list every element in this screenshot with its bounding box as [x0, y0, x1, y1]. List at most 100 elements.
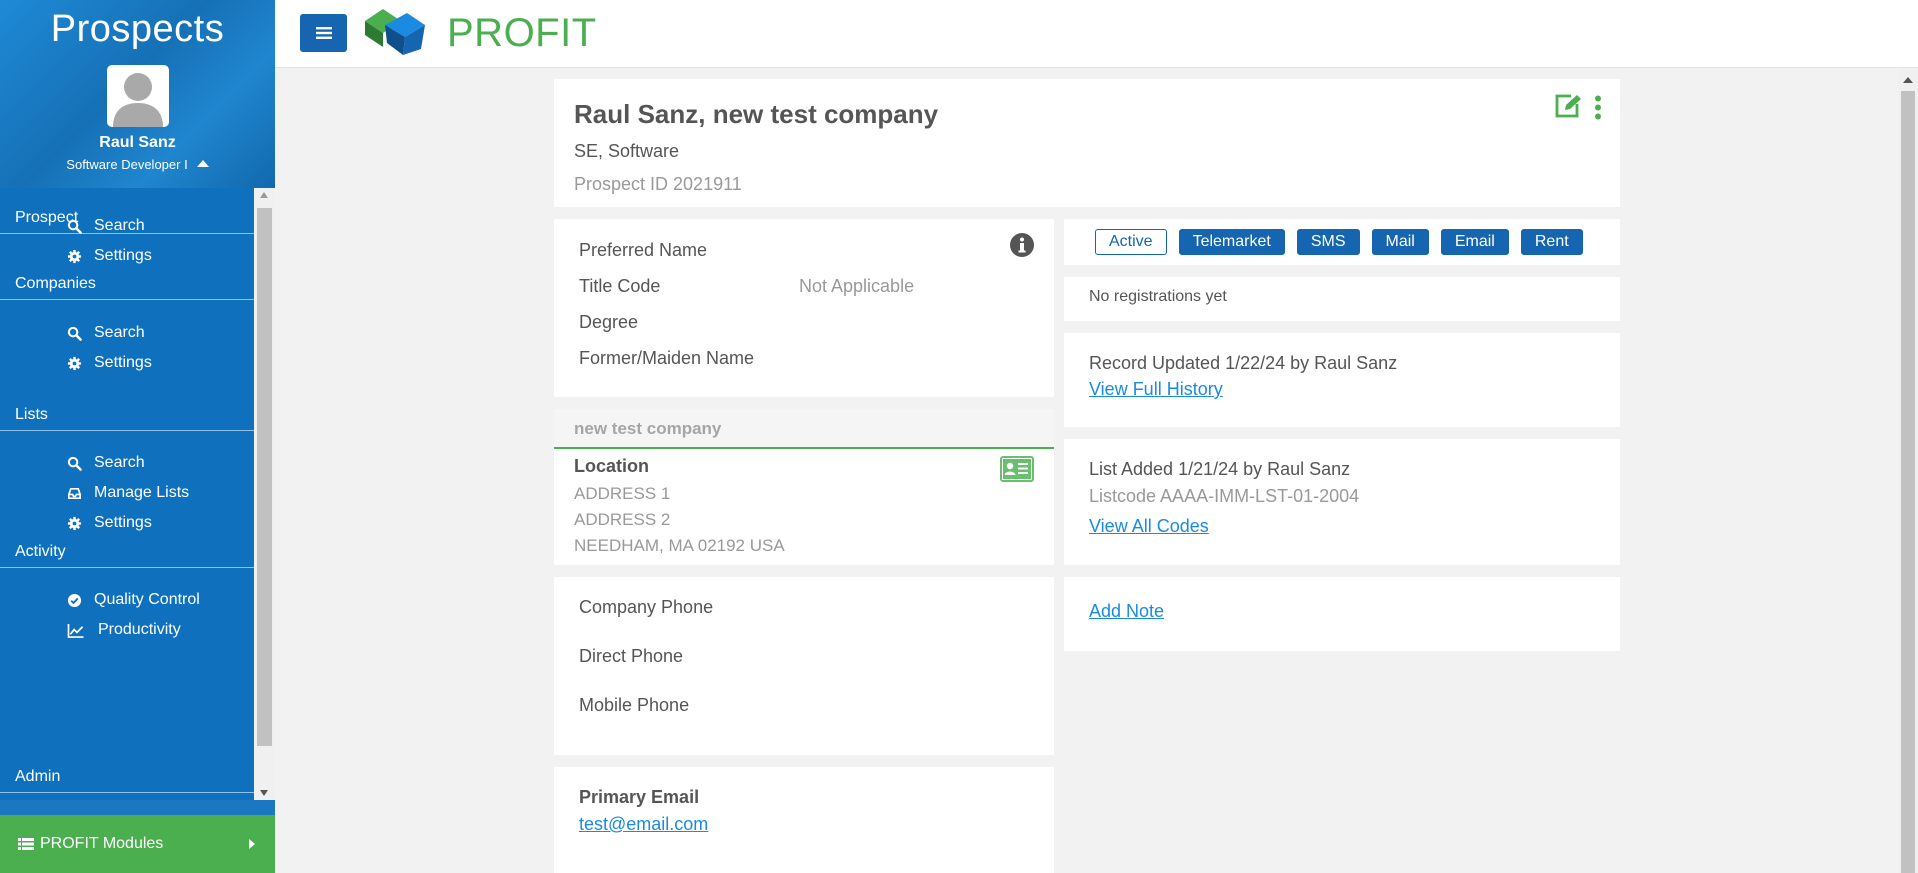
section-companies: Companies	[0, 270, 254, 300]
section-admin: Admin	[0, 763, 254, 793]
note-card: Add Note	[1064, 577, 1620, 651]
sidebar-item-prospect-settings[interactable]: Settings	[66, 241, 152, 271]
list-added-text: List Added 1/21/24 by Raul Sanz	[1089, 459, 1351, 479]
edit-icon[interactable]	[1553, 93, 1583, 124]
company-header: new test company	[554, 409, 1054, 449]
add-note-link[interactable]: Add Note	[1089, 601, 1164, 622]
view-full-history-link[interactable]: View Full History	[1089, 379, 1223, 400]
scroll-up-arrow-icon[interactable]	[1903, 77, 1913, 83]
sidebar: Prospects Raul Sanz Software Developer I…	[0, 0, 275, 873]
primary-email-label: Primary Email	[579, 787, 700, 807]
list-icon	[18, 837, 34, 851]
gear-icon	[66, 515, 82, 531]
prospect-name: Raul Sanz, new test company	[574, 99, 939, 129]
preferred-name-label: Preferred Name	[579, 240, 708, 260]
primary-email-link[interactable]: test@email.com	[579, 814, 708, 835]
hamburger-icon	[315, 27, 332, 39]
sidebar-item-productivity[interactable]: Productivity	[66, 615, 181, 645]
badge-rent[interactable]: Rent	[1520, 229, 1583, 255]
top-bar: PROFIT	[275, 0, 1918, 68]
scroll-up-arrow-icon[interactable]	[260, 192, 268, 198]
title-code-value: Not Applicable	[799, 276, 915, 296]
app-title: Prospects	[50, 8, 225, 50]
contact-card-icon[interactable]	[1000, 456, 1034, 487]
logo-text: PROFIT	[447, 10, 597, 55]
menu-toggle-button[interactable]	[300, 14, 347, 52]
degree-label: Degree	[579, 312, 639, 332]
view-all-codes-link[interactable]: View All Codes	[1089, 516, 1209, 537]
search-icon	[66, 218, 82, 234]
scrollbar-thumb[interactable]	[1901, 91, 1915, 873]
record-updated-text: Record Updated 1/22/24 by Raul Sanz	[1089, 353, 1398, 373]
location-label: Location	[574, 456, 649, 476]
chevron-right-icon	[249, 839, 255, 849]
sidebar-item-label: Settings	[94, 354, 152, 371]
prospect-subtitle: SE, Software	[574, 141, 680, 161]
company-card: new test company Location ADDRESS 1 ADDR…	[554, 409, 1054, 565]
address-city-line: NEEDHAM, MA 02192 USA	[574, 536, 785, 555]
profit-logo-mark-icon	[365, 9, 425, 55]
badge-active[interactable]: Active	[1095, 229, 1167, 255]
user-role-toggle[interactable]: Software Developer I	[0, 157, 275, 172]
sidebar-scrollbar[interactable]	[254, 188, 275, 800]
user-role: Software Developer I	[66, 157, 188, 172]
sidebar-nav: Prospect Search Settings Companies Searc…	[0, 188, 254, 800]
avatar[interactable]	[107, 65, 169, 127]
line-chart-icon	[66, 622, 86, 638]
sidebar-header: Prospects Raul Sanz Software Developer I	[0, 0, 275, 188]
sidebar-item-label: Productivity	[98, 621, 181, 638]
search-icon	[66, 325, 82, 341]
prospect-header-card: Raul Sanz, new test company SE, Software…	[554, 79, 1620, 207]
sidebar-item-lists-search[interactable]: Search	[66, 448, 145, 478]
section-activity: Activity	[0, 538, 254, 568]
user-name: Raul Sanz	[99, 134, 176, 151]
prospect-id: Prospect ID 2021911	[574, 174, 742, 194]
profit-modules-label: PROFIT Modules	[40, 835, 164, 852]
user-silhouette-icon	[113, 73, 163, 127]
badge-telemarket[interactable]: Telemarket	[1178, 229, 1285, 255]
scroll-down-arrow-icon[interactable]	[260, 790, 268, 796]
list-card: List Added 1/21/24 by Raul Sanz Listcode…	[1064, 439, 1620, 565]
phone-card: Company Phone Direct Phone Mobile Phone	[554, 577, 1054, 755]
company-name[interactable]: new test company	[574, 419, 721, 439]
status-badges-card: Active Telemarket SMS Mail Email Rent	[1064, 219, 1620, 265]
main-scrollbar[interactable]	[1898, 69, 1918, 873]
maiden-name-label: Former/Maiden Name	[579, 348, 755, 368]
search-icon	[66, 455, 82, 471]
sidebar-item-companies-settings[interactable]: Settings	[66, 348, 152, 378]
sidebar-item-label: Settings	[94, 514, 152, 531]
gear-icon	[66, 355, 82, 371]
listcode-text: Listcode AAAA-IMM-LST-01-2004	[1089, 486, 1360, 506]
name-details-card: Preferred Name Title Code Not Applicable…	[554, 219, 1054, 397]
sidebar-item-quality-control[interactable]: Quality Control	[66, 585, 200, 615]
badge-email[interactable]: Email	[1440, 229, 1509, 255]
scrollbar-thumb[interactable]	[257, 208, 272, 746]
email-card: Primary Email test@email.com	[554, 767, 1054, 873]
more-options-icon[interactable]	[1594, 95, 1602, 126]
sidebar-item-label: Manage Lists	[94, 484, 190, 501]
sidebar-item-label: Search	[94, 217, 145, 234]
registrations-text: No registrations yet	[1089, 288, 1227, 305]
sidebar-item-label: Search	[94, 324, 145, 341]
profit-logo[interactable]: PROFIT	[363, 5, 597, 61]
badge-sms[interactable]: SMS	[1296, 229, 1360, 255]
address-line-2: ADDRESS 2	[574, 510, 671, 529]
caret-up-icon	[196, 160, 209, 167]
registrations-card: No registrations yet	[1064, 277, 1620, 321]
section-lists: Lists	[0, 401, 254, 431]
sidebar-item-label: Quality Control	[94, 591, 200, 608]
title-code-label: Title Code	[579, 276, 661, 296]
profit-modules-button[interactable]: PROFIT Modules	[0, 815, 275, 873]
sidebar-item-manage-lists[interactable]: Manage Lists	[66, 478, 189, 508]
mobile-phone-label: Mobile Phone	[579, 695, 690, 715]
sidebar-item-label: Settings	[94, 247, 152, 264]
address-line-1: ADDRESS 1	[574, 484, 671, 503]
info-icon[interactable]	[1009, 232, 1035, 263]
badge-mail[interactable]: Mail	[1371, 229, 1429, 255]
direct-phone-label: Direct Phone	[579, 646, 684, 666]
inbox-icon	[66, 485, 82, 501]
gear-icon	[66, 248, 82, 264]
sidebar-item-lists-settings[interactable]: Settings	[66, 508, 152, 538]
sidebar-item-companies-search[interactable]: Search	[66, 318, 145, 348]
sidebar-item-prospect-search[interactable]: Search	[66, 211, 145, 241]
